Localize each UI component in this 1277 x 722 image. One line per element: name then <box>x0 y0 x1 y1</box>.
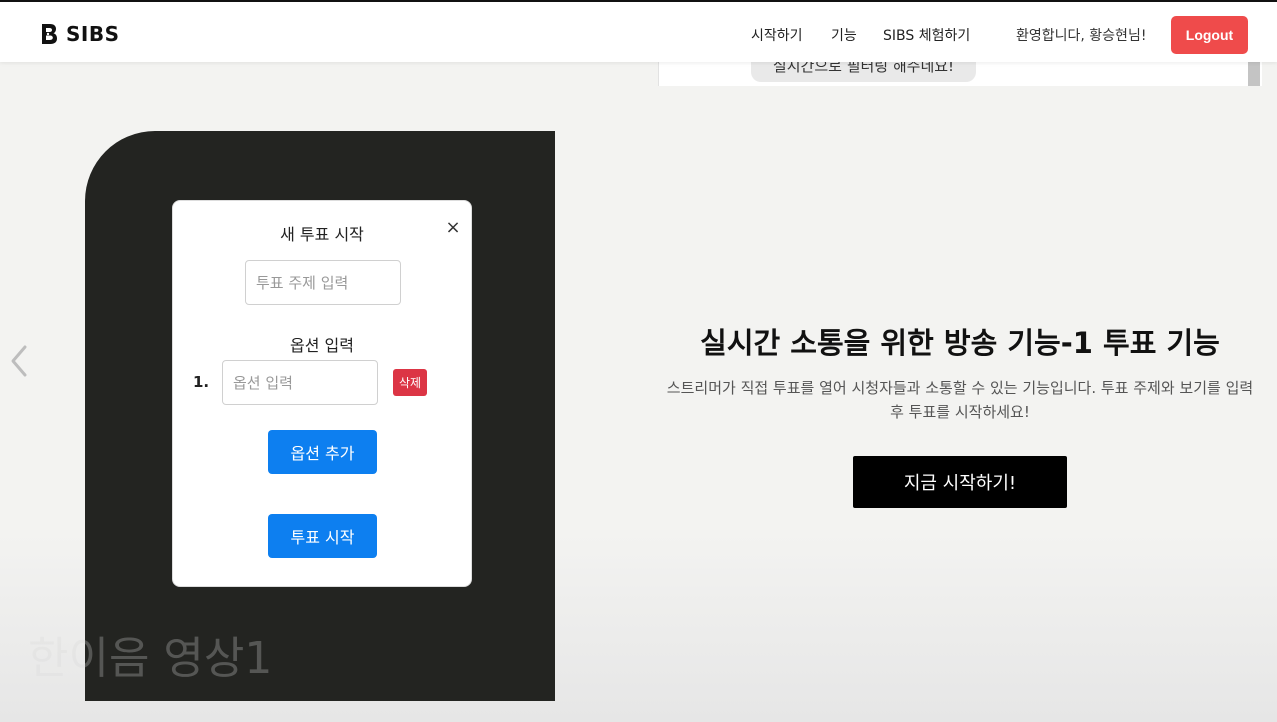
poll-topic-input[interactable] <box>245 260 401 305</box>
navbar: SIBS 시작하기 기능 SIBS 체험하기 환영합니다, 황승현님! Logo… <box>0 0 1277 62</box>
brand-logo[interactable]: SIBS <box>40 22 120 46</box>
carousel-prev-button[interactable] <box>6 345 32 381</box>
chat-message: 실시간으로 필터링 해주네요! <box>751 62 976 82</box>
video-caption: 한이음 영상1 <box>28 633 273 684</box>
delete-option-button[interactable]: 삭제 <box>393 369 427 396</box>
chat-scrollbar[interactable] <box>1248 62 1260 86</box>
start-now-button[interactable]: 지금 시작하기! <box>853 456 1067 508</box>
poll-modal: 새 투표 시작 × 옵션 입력 1. 삭제 옵션 추가 투표 시작 <box>172 200 472 587</box>
option-number: 1. <box>193 373 210 391</box>
welcome-message: 환영합니다, 황승현님! <box>1016 28 1147 44</box>
chat-panel: 실시간으로 필터링 해주네요! <box>658 62 1262 86</box>
nav-link-try-sibs[interactable]: SIBS 체험하기 <box>883 25 970 45</box>
feature-title: 실시간 소통을 위한 방송 기능-1 투표 기능 <box>700 326 1220 360</box>
modal-title: 새 투표 시작 <box>280 225 364 244</box>
option-heading: 옵션 입력 <box>290 336 354 355</box>
nav-link-start[interactable]: 시작하기 <box>751 25 803 45</box>
chevron-left-icon <box>9 344 29 382</box>
start-poll-button[interactable]: 투표 시작 <box>268 514 377 558</box>
brand-name: SIBS <box>66 22 120 46</box>
close-icon[interactable]: × <box>445 217 461 238</box>
add-option-button[interactable]: 옵션 추가 <box>268 430 377 474</box>
feature-description: 스트리머가 직접 투표를 열어 시청자들과 소통할 수 있는 기능입니다. 투표… <box>666 379 1254 421</box>
nav-link-features[interactable]: 기능 <box>831 25 857 45</box>
poll-option-input[interactable] <box>222 360 378 405</box>
logout-button[interactable]: Logout <box>1171 16 1248 54</box>
b-logo-icon <box>40 23 58 45</box>
